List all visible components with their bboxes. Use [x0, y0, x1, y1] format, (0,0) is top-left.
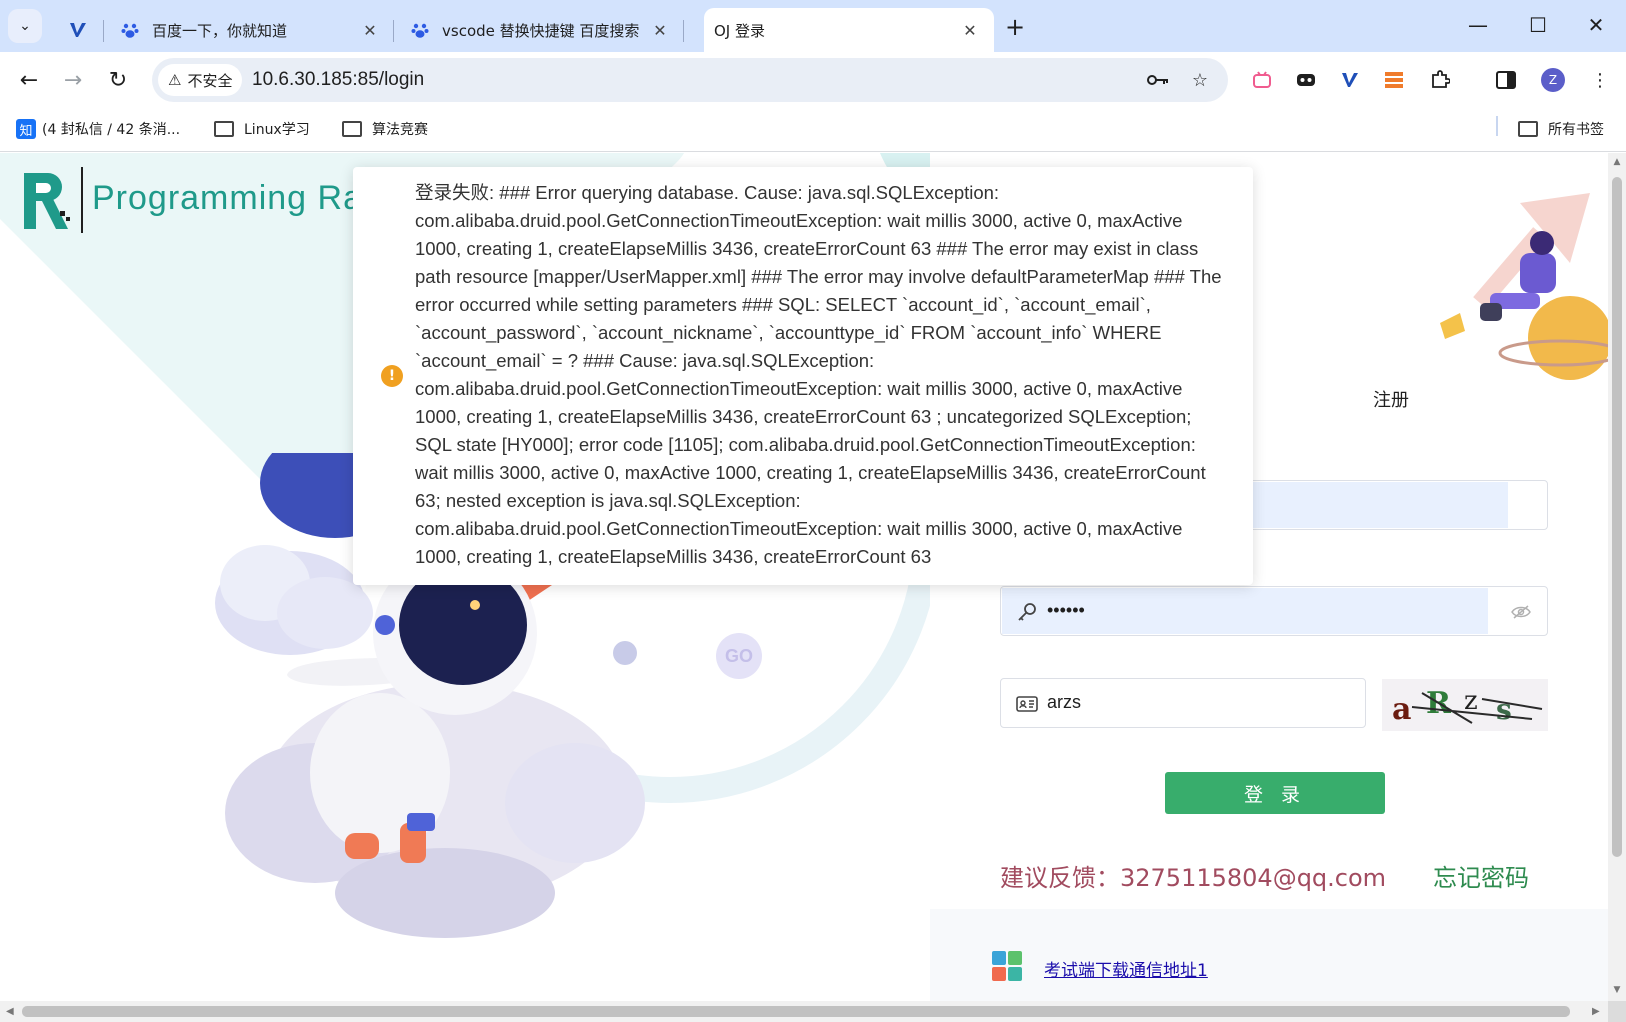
- vscode-extension-icon[interactable]: [1336, 66, 1364, 94]
- go-badge: GO: [716, 633, 762, 679]
- forward-button[interactable]: →: [55, 62, 91, 98]
- login-panel-footer: [930, 909, 1608, 1001]
- tab-strip: ⌄ 百度一下，你就知道 ✕ vscode 替换快捷键 百度搜索 ✕ OJ 登录 …: [0, 0, 1626, 52]
- svg-text:s: s: [1496, 693, 1512, 726]
- arrow-left-icon: ←: [19, 67, 39, 93]
- key-icon: [1015, 600, 1039, 624]
- tab-title: OJ 登录: [714, 21, 765, 40]
- bookmark-algorithms[interactable]: 算法竞赛: [342, 116, 428, 142]
- scroll-down-icon[interactable]: ▼: [1612, 985, 1622, 995]
- menu-kebab-icon[interactable]: ⋮: [1586, 66, 1614, 94]
- warning-triangle-icon: ⚠: [168, 71, 182, 89]
- rocket-girl-illustration: [1440, 193, 1608, 380]
- tab-title: vscode 替换快捷键 百度搜索: [442, 21, 640, 40]
- key-icon[interactable]: [1144, 66, 1172, 94]
- side-panel-icon[interactable]: [1492, 66, 1520, 94]
- chevron-down-icon: ⌄: [19, 18, 31, 34]
- puzzle-extensions-icon[interactable]: [1426, 66, 1454, 94]
- stack-extension-icon[interactable]: [1380, 66, 1408, 94]
- error-message-text: 登录失败: ### Error querying database. Cause…: [415, 182, 1222, 567]
- star-icon[interactable]: ☆: [1186, 66, 1214, 94]
- baidu-paw-icon: [120, 20, 140, 40]
- close-icon[interactable]: ✕: [360, 20, 380, 40]
- all-bookmarks[interactable]: 所有书签: [1518, 116, 1604, 142]
- scroll-left-icon[interactable]: ◀: [6, 1006, 14, 1017]
- feedback-text: 建议反馈：3275115804@qq.com: [1000, 864, 1387, 892]
- warning-icon: !: [381, 365, 403, 387]
- captcha-image[interactable]: a R z s: [1382, 679, 1548, 731]
- back-button[interactable]: ←: [11, 62, 47, 98]
- error-message-box: ! 登录失败: ### Error querying database. Cau…: [353, 167, 1253, 585]
- tab-oj-login[interactable]: OJ 登录 ✕: [704, 8, 994, 52]
- svg-text:a: a: [1392, 692, 1411, 727]
- captcha-field[interactable]: arzs: [1000, 678, 1366, 728]
- profile-avatar[interactable]: Z: [1541, 68, 1565, 92]
- vscode-icon: [68, 20, 88, 40]
- password-field[interactable]: ••••••: [1000, 586, 1548, 636]
- vertical-scrollbar[interactable]: ▲ ▼: [1608, 153, 1626, 1001]
- maximize-icon: ☐: [1529, 13, 1547, 37]
- bookmark-label: (4 封私信 / 42 条消...: [42, 122, 181, 138]
- browser-toolbar: ← → ↻ ⚠ 不安全 10.6.30.185:85/login ☆ Z ⋮: [0, 52, 1626, 108]
- forgot-password-link[interactable]: 忘记密码: [1433, 858, 1529, 893]
- tab-search-button[interactable]: ⌄: [8, 9, 42, 43]
- site-logo: [24, 173, 70, 229]
- reload-icon: ↻: [108, 67, 128, 93]
- scrollbar-thumb[interactable]: [1612, 177, 1622, 857]
- bookmark-label: 算法竞赛: [372, 122, 428, 138]
- bilibili-extension-icon[interactable]: [1248, 66, 1276, 94]
- security-label: 不安全: [187, 71, 233, 90]
- id-card-icon: [1015, 692, 1039, 716]
- scroll-right-icon[interactable]: ▶: [1592, 1006, 1600, 1017]
- horizontal-scrollbar[interactable]: ◀ ▶: [0, 1001, 1608, 1022]
- tab-register[interactable]: 注册: [1373, 386, 1409, 412]
- security-chip[interactable]: ⚠ 不安全: [158, 64, 243, 96]
- minimize-button[interactable]: —: [1458, 10, 1498, 40]
- zhihu-icon: 知: [16, 119, 36, 139]
- bookmark-label: Linux学习: [244, 122, 310, 138]
- tab-title: 百度一下，你就知道: [152, 21, 288, 40]
- captcha-input-value: arzs: [1047, 692, 1082, 712]
- eye-hidden-icon[interactable]: [1509, 601, 1533, 623]
- logo-divider: [81, 167, 83, 233]
- password-value: ••••••: [1047, 600, 1085, 620]
- folder-icon: [214, 121, 234, 137]
- folder-icon: [342, 121, 362, 137]
- tab-baidu-search[interactable]: vscode 替换快捷键 百度搜索 ✕: [394, 8, 684, 52]
- bookmarks-bar: 知 (4 封私信 / 42 条消... Linux学习 算法竞赛 所有书签: [0, 108, 1626, 152]
- scrollbar-thumb[interactable]: [22, 1006, 1570, 1017]
- minimize-icon: —: [1468, 13, 1488, 37]
- scrollbar-corner: [1608, 1001, 1626, 1022]
- new-tab-button[interactable]: +: [1000, 12, 1030, 42]
- bookmark-linux[interactable]: Linux学习: [214, 116, 310, 142]
- all-bookmarks-label: 所有书签: [1548, 122, 1604, 138]
- bookmark-zhihu[interactable]: 知 (4 封私信 / 42 条消...: [16, 116, 180, 142]
- login-button[interactable]: 登 录: [1165, 772, 1385, 814]
- maximize-button[interactable]: ☐: [1518, 10, 1558, 40]
- tab-pinned-vscode[interactable]: [52, 8, 104, 52]
- close-icon[interactable]: ✕: [960, 20, 980, 40]
- brand-name: Programming Ra: [92, 179, 363, 217]
- reload-button[interactable]: ↻: [100, 62, 136, 98]
- arrow-right-icon: →: [63, 67, 83, 93]
- close-window-button[interactable]: ✕: [1576, 10, 1616, 40]
- extension-mask-icon[interactable]: [1292, 66, 1320, 94]
- download-link[interactable]: 考试端下载通信地址1: [1044, 956, 1208, 981]
- bookmarks-divider: [1496, 116, 1498, 136]
- close-icon: ✕: [1587, 13, 1605, 37]
- address-bar[interactable]: ⚠ 不安全 10.6.30.185:85/login ☆: [152, 58, 1228, 102]
- url-text[interactable]: 10.6.30.185:85/login: [252, 69, 424, 91]
- download-icon: [992, 951, 1022, 981]
- close-icon[interactable]: ✕: [650, 20, 670, 40]
- plus-icon: +: [1004, 13, 1026, 41]
- folder-icon: [1518, 121, 1538, 137]
- scroll-up-icon[interactable]: ▲: [1612, 157, 1622, 167]
- tab-baidu-home[interactable]: 百度一下，你就知道 ✕: [104, 8, 394, 52]
- baidu-paw-icon: [410, 20, 430, 40]
